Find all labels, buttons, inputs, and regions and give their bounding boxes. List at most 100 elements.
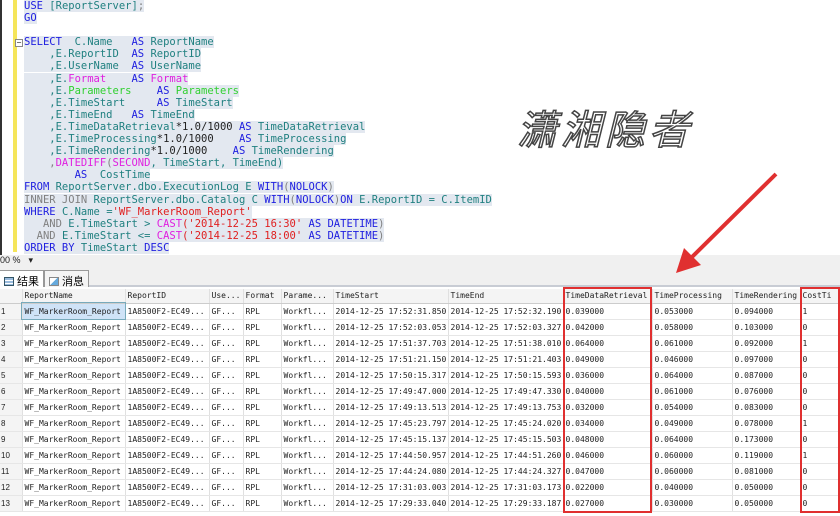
table-cell[interactable]: 2014-12-25 17:31:03.173: [448, 479, 564, 496]
table-cell[interactable]: 1: [800, 335, 840, 352]
table-cell[interactable]: RPL: [243, 399, 282, 416]
table-cell[interactable]: 1A8500F2-EC49...: [125, 431, 210, 448]
table-cell[interactable]: 0.049000: [563, 351, 653, 368]
table-cell[interactable]: 0: [800, 351, 840, 368]
table-cell[interactable]: 1A8500F2-EC49...: [125, 383, 210, 400]
table-cell[interactable]: 0: [800, 479, 840, 496]
table-cell[interactable]: 1A8500F2-EC49...: [125, 415, 210, 432]
table-cell[interactable]: WF_MarkerRoom_Report: [22, 367, 126, 384]
table-cell[interactable]: 0.060000: [652, 463, 733, 480]
table-cell[interactable]: Workfl...: [281, 367, 334, 384]
table-cell[interactable]: 0.103000: [732, 319, 801, 336]
table-cell[interactable]: 2014-12-25 17:44:51.260: [448, 447, 564, 464]
table-cell[interactable]: WF_MarkerRoom_Report: [22, 335, 126, 352]
row-number[interactable]: 13: [0, 495, 23, 512]
table-cell[interactable]: 2014-12-25 17:29:33.187: [448, 495, 564, 512]
table-cell[interactable]: 0.064000: [652, 367, 733, 384]
table-cell[interactable]: GF...: [209, 351, 244, 368]
table-cell[interactable]: 0.040000: [652, 479, 733, 496]
table-cell[interactable]: 2014-12-25 17:51:38.010: [448, 335, 564, 352]
column-header[interactable]: TimeProcessing: [652, 289, 733, 304]
table-cell[interactable]: RPL: [243, 303, 282, 320]
table-row[interactable]: 13 WF_MarkerRoom_Report 1A8500F2-EC49... GF…: [0, 495, 840, 512]
table-cell[interactable]: 0.032000: [563, 399, 653, 416]
table-cell[interactable]: RPL: [243, 479, 282, 496]
table-cell[interactable]: Workfl...: [281, 335, 334, 352]
table-cell[interactable]: 0.061000: [652, 335, 733, 352]
column-header[interactable]: Parame...: [281, 289, 334, 304]
table-cell[interactable]: Workfl...: [281, 431, 334, 448]
column-header[interactable]: TimeDataRetrieval: [563, 289, 653, 304]
table-cell[interactable]: 2014-12-25 17:52:03.053: [333, 319, 449, 336]
table-cell[interactable]: 2014-12-25 17:44:50.957: [333, 447, 449, 464]
table-cell[interactable]: GF...: [209, 495, 244, 512]
table-cell[interactable]: 2014-12-25 17:44:24.080: [333, 463, 449, 480]
table-cell[interactable]: 0.078000: [732, 415, 801, 432]
column-header[interactable]: TimeEnd: [448, 289, 564, 304]
table-row[interactable]: 7 WF_MarkerRoom_Report 1A8500F2-EC49... GF.…: [0, 399, 840, 416]
tab-messages[interactable]: 消息: [44, 270, 89, 288]
table-cell[interactable]: WF_MarkerRoom_Report: [22, 351, 126, 368]
table-cell[interactable]: 0.050000: [732, 495, 801, 512]
table-cell[interactable]: 0: [800, 367, 840, 384]
table-cell[interactable]: 2014-12-25 17:50:15.593: [448, 367, 564, 384]
table-cell[interactable]: RPL: [243, 319, 282, 336]
table-cell[interactable]: 2014-12-25 17:45:23.797: [333, 415, 449, 432]
table-cell[interactable]: GF...: [209, 367, 244, 384]
table-cell[interactable]: 0.040000: [563, 383, 653, 400]
row-number[interactable]: 4: [0, 351, 23, 368]
table-cell[interactable]: Workfl...: [281, 319, 334, 336]
table-row[interactable]: 12 WF_MarkerRoom_Report 1A8500F2-EC49... GF…: [0, 479, 840, 496]
table-cell[interactable]: 0.058000: [652, 319, 733, 336]
table-cell[interactable]: RPL: [243, 351, 282, 368]
collapse-icon[interactable]: −: [15, 39, 23, 47]
table-cell[interactable]: 0.064000: [563, 335, 653, 352]
sql-editor[interactable]: − USE [ReportServer]; GO SELECT C.Name AS …: [0, 0, 840, 255]
table-cell[interactable]: 2014-12-25 17:45:15.137: [333, 431, 449, 448]
table-cell[interactable]: 2014-12-25 17:49:47.000: [333, 383, 449, 400]
table-row[interactable]: 3 WF_MarkerRoom_Report 1A8500F2-EC49... GF.…: [0, 335, 840, 352]
table-cell[interactable]: 2014-12-25 17:51:37.703: [333, 335, 449, 352]
table-row[interactable]: 10 WF_MarkerRoom_Report 1A8500F2-EC49... GF…: [0, 447, 840, 464]
results-grid[interactable]: ReportName ReportID Use... Format Parame... T…: [0, 289, 840, 516]
table-cell[interactable]: 0.054000: [652, 399, 733, 416]
table-cell[interactable]: GF...: [209, 431, 244, 448]
table-cell[interactable]: Workfl...: [281, 351, 334, 368]
table-cell[interactable]: GF...: [209, 335, 244, 352]
table-cell[interactable]: GF...: [209, 479, 244, 496]
table-cell[interactable]: 0.036000: [563, 367, 653, 384]
tab-results[interactable]: 结果: [0, 270, 44, 288]
table-cell[interactable]: RPL: [243, 463, 282, 480]
table-cell[interactable]: 2014-12-25 17:49:13.513: [333, 399, 449, 416]
table-cell[interactable]: 2014-12-25 17:52:03.327: [448, 319, 564, 336]
table-cell[interactable]: WF_MarkerRoom_Report: [22, 463, 126, 480]
table-cell[interactable]: 2014-12-25 17:49:47.330: [448, 383, 564, 400]
table-cell[interactable]: 0.061000: [652, 383, 733, 400]
table-cell[interactable]: WF_MarkerRoom_Report: [22, 319, 126, 336]
table-cell[interactable]: 0: [800, 431, 840, 448]
table-cell[interactable]: 0.087000: [732, 367, 801, 384]
table-cell[interactable]: WF_MarkerRoom_Report: [22, 431, 126, 448]
table-row[interactable]: 4 WF_MarkerRoom_Report 1A8500F2-EC49... GF.…: [0, 351, 840, 368]
table-cell[interactable]: RPL: [243, 383, 282, 400]
table-cell[interactable]: 1A8500F2-EC49...: [125, 463, 210, 480]
table-cell[interactable]: 0.060000: [652, 447, 733, 464]
row-number[interactable]: 1: [0, 303, 23, 320]
table-cell[interactable]: GF...: [209, 383, 244, 400]
table-cell[interactable]: Workfl...: [281, 399, 334, 416]
table-cell[interactable]: 0.042000: [563, 319, 653, 336]
table-cell[interactable]: 0: [800, 399, 840, 416]
table-cell[interactable]: 1A8500F2-EC49...: [125, 447, 210, 464]
table-cell[interactable]: RPL: [243, 495, 282, 512]
sql-code[interactable]: USE [ReportServer]; GO SELECT C.Name AS Re…: [24, 0, 492, 254]
table-cell[interactable]: 0: [800, 383, 840, 400]
table-cell[interactable]: 0.053000: [652, 303, 733, 320]
table-cell[interactable]: GF...: [209, 399, 244, 416]
table-cell[interactable]: 2014-12-25 17:51:21.403: [448, 351, 564, 368]
table-cell[interactable]: 0.022000: [563, 479, 653, 496]
row-number[interactable]: 2: [0, 319, 23, 336]
table-cell[interactable]: 0.097000: [732, 351, 801, 368]
table-cell[interactable]: 1: [800, 447, 840, 464]
table-cell[interactable]: GF...: [209, 319, 244, 336]
zoom-level[interactable]: 00 %: [0, 255, 21, 265]
